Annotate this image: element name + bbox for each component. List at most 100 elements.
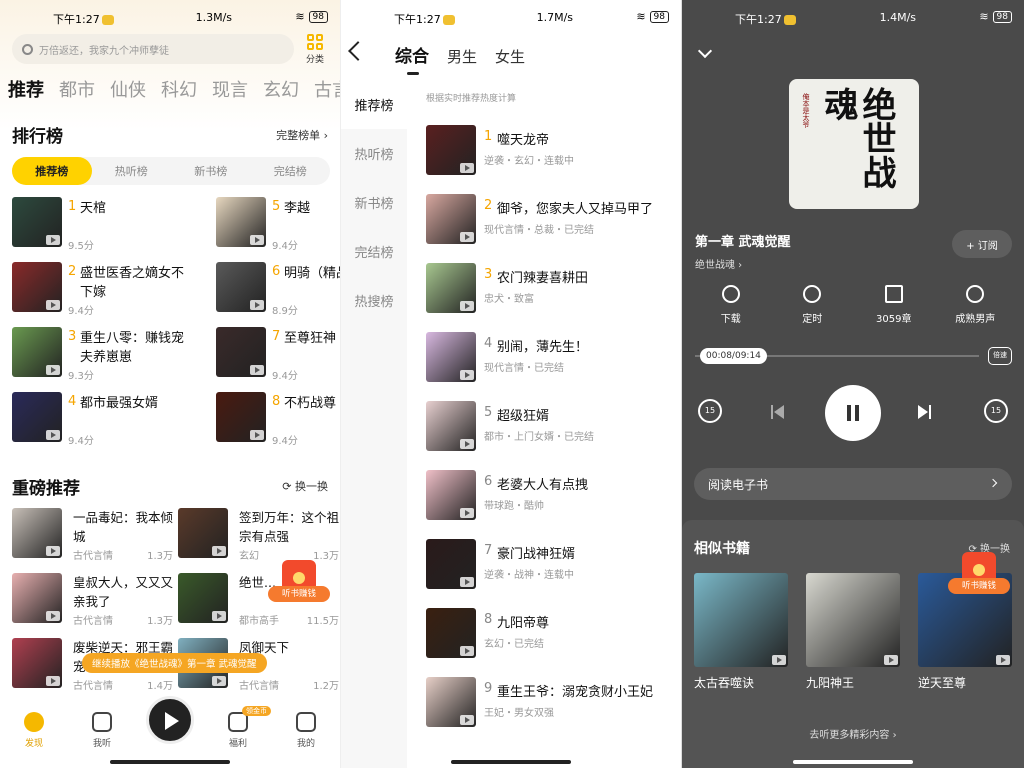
tab-xianxia[interactable]: 仙侠: [110, 76, 146, 102]
book-cover[interactable]: [426, 470, 476, 520]
nav-discover[interactable]: 发现: [0, 704, 68, 768]
ranking-item[interactable]: 2 御爷，您家夫人又掉马甲了 现代言情・总裁・已完结: [426, 194, 671, 256]
rank-tabs: 推荐榜 热听榜 新书榜 完结榜: [12, 157, 330, 185]
sidebar-item-finished[interactable]: 完结榜: [341, 227, 407, 276]
ranking-item[interactable]: 7 豪门战神狂婿 逆袭・战神・连载中: [426, 539, 671, 601]
book-cover[interactable]: [426, 608, 476, 658]
tab-overall[interactable]: 综合: [395, 42, 429, 75]
play-icon: [460, 715, 474, 725]
red-packet-button[interactable]: 听书赚钱: [268, 560, 330, 610]
rec-item[interactable]: 一品毒妃：我本倾城 古代言情 1.3万: [12, 508, 173, 564]
nav-listening[interactable]: 我听: [68, 704, 136, 768]
book-cover[interactable]: [806, 573, 900, 667]
category-button[interactable]: 分类: [306, 34, 324, 65]
similar-book[interactable]: 太古吞噬诀: [694, 573, 788, 691]
progress-time[interactable]: 00:08/09:14: [700, 348, 767, 364]
voice-button[interactable]: 成熟男声: [940, 285, 1010, 325]
book-cover[interactable]: [178, 573, 228, 623]
similar-book[interactable]: 九阳神王: [806, 573, 900, 691]
rank-item[interactable]: 6明骑（精品） 8.9分: [216, 262, 340, 318]
sidebar-item-recommend[interactable]: 推荐榜: [341, 80, 407, 129]
previous-icon[interactable]: [771, 405, 784, 419]
play-icon: [460, 232, 474, 242]
tab-city[interactable]: 都市: [59, 76, 95, 102]
book-cover[interactable]: [426, 401, 476, 451]
book-cover[interactable]: [12, 508, 62, 558]
read-ebook-button[interactable]: 阅读电子书: [694, 468, 1012, 500]
book-score: 9.3分: [68, 371, 94, 382]
book-name-link[interactable]: 绝世战魂 ›: [695, 256, 742, 271]
rec-item[interactable]: 皇叔大人，又又又亲我了 古代言情 1.3万: [12, 573, 173, 629]
rec-refresh-button[interactable]: ⟳ 换一换: [282, 478, 328, 494]
continue-play-toast[interactable]: 继续播放《绝世战魂》第一章 武魂觉醒: [82, 653, 267, 673]
ranking-item[interactable]: 4 别闹，薄先生！ 现代言情・已完结: [426, 332, 671, 394]
ranking-item[interactable]: 9 重生王爷：溺宠贪财小王妃 王妃・男女双强: [426, 677, 671, 739]
tab-ancient-romance[interactable]: 古言: [314, 76, 340, 102]
rec-item[interactable]: 签到万年：这个祖宗有点强 玄幻 1.3万: [178, 508, 339, 564]
back-icon[interactable]: [348, 41, 368, 61]
skip-back-15-icon[interactable]: 15: [698, 399, 722, 423]
rank-item[interactable]: 4 都市最强女婿 9.4分: [12, 392, 172, 448]
book-cover[interactable]: [426, 332, 476, 382]
ranking-item[interactable]: 6 老婆大人有点拽 带球跑・酷帅: [426, 470, 671, 532]
tab-male[interactable]: 男生: [447, 46, 477, 67]
search-input[interactable]: 万倍返还，我家九个冲师孽徒: [12, 34, 294, 64]
ranking-item[interactable]: 1 噬天龙帝 逆袭・玄幻・连载中: [426, 125, 671, 187]
book-cover[interactable]: [216, 327, 266, 377]
rank-item[interactable]: 5 李越 9.4分: [216, 197, 340, 253]
tab-modern-romance[interactable]: 现言: [212, 76, 248, 102]
timer-button[interactable]: 定时: [777, 285, 847, 325]
rank-item[interactable]: 7 至尊狂神 9.4分: [216, 327, 340, 383]
rank-item[interactable]: 3 重生八零：赚钱宠夫养崽崽 9.3分: [12, 327, 184, 383]
rank-tab-new[interactable]: 新书榜: [171, 157, 251, 185]
speed-button[interactable]: 倍速: [988, 347, 1012, 365]
book-cover[interactable]: [426, 539, 476, 589]
rank-item[interactable]: 2 盛世医香之嫡女不下嫁 9.4分: [12, 262, 184, 318]
more-content-link[interactable]: 去听更多精彩内容 ›: [682, 726, 1024, 741]
tab-female[interactable]: 女生: [495, 46, 525, 67]
book-cover[interactable]: [12, 197, 62, 247]
playback-controls: 15 15: [682, 385, 1024, 441]
nav-now-playing[interactable]: [136, 696, 204, 768]
book-cover[interactable]: [12, 262, 62, 312]
download-button[interactable]: 下载: [696, 285, 766, 325]
rank-item[interactable]: 1 天棺 9.5分: [12, 197, 172, 253]
book-cover[interactable]: [426, 125, 476, 175]
book-cover[interactable]: [216, 197, 266, 247]
red-packet-button[interactable]: 听书赚钱: [948, 552, 1010, 602]
tab-scifi[interactable]: 科幻: [161, 76, 197, 102]
sidebar-item-search[interactable]: 热搜榜: [341, 276, 407, 325]
subscribe-button[interactable]: + 订阅: [952, 230, 1012, 258]
skip-forward-15-icon[interactable]: 15: [984, 399, 1008, 423]
rank-more-link[interactable]: 完整榜单 ›: [276, 127, 328, 143]
next-icon[interactable]: [918, 405, 931, 419]
tab-fantasy[interactable]: 玄幻: [263, 76, 299, 102]
rank-item[interactable]: 8 不朽战尊 9.4分: [216, 392, 340, 448]
book-cover[interactable]: [426, 263, 476, 313]
book-cover[interactable]: [12, 638, 62, 688]
rank-tab-recommend[interactable]: 推荐榜: [12, 157, 92, 185]
nav-welfare[interactable]: 福利 领金币: [204, 704, 272, 768]
ranking-item[interactable]: 8 九阳帝尊 玄幻・已完结: [426, 608, 671, 670]
book-cover[interactable]: [216, 392, 266, 442]
book-cover[interactable]: [426, 677, 476, 727]
ranking-item[interactable]: 5 超级狂婿 都市・上门女婿・已完结: [426, 401, 671, 463]
book-cover[interactable]: [178, 508, 228, 558]
ranking-item[interactable]: 3 农门辣妻喜耕田 忠犬・致富: [426, 263, 671, 325]
book-cover[interactable]: [216, 262, 266, 312]
nav-profile[interactable]: 我的: [272, 704, 340, 768]
collapse-chevron-icon[interactable]: [697, 43, 713, 59]
book-cover[interactable]: [12, 573, 62, 623]
rank-tab-finished[interactable]: 完结榜: [251, 157, 331, 185]
sidebar-item-new[interactable]: 新书榜: [341, 178, 407, 227]
chapters-button[interactable]: 3059章: [859, 285, 929, 325]
rank-tab-hot[interactable]: 热听榜: [92, 157, 172, 185]
pause-button[interactable]: [825, 385, 881, 441]
book-cover[interactable]: [12, 327, 62, 377]
tab-recommend[interactable]: 推荐: [8, 76, 44, 102]
progress-slider[interactable]: 00:08/09:14: [695, 348, 979, 364]
sidebar-item-hot[interactable]: 热听榜: [341, 129, 407, 178]
book-cover[interactable]: [694, 573, 788, 667]
book-cover[interactable]: [426, 194, 476, 244]
book-cover[interactable]: [12, 392, 62, 442]
